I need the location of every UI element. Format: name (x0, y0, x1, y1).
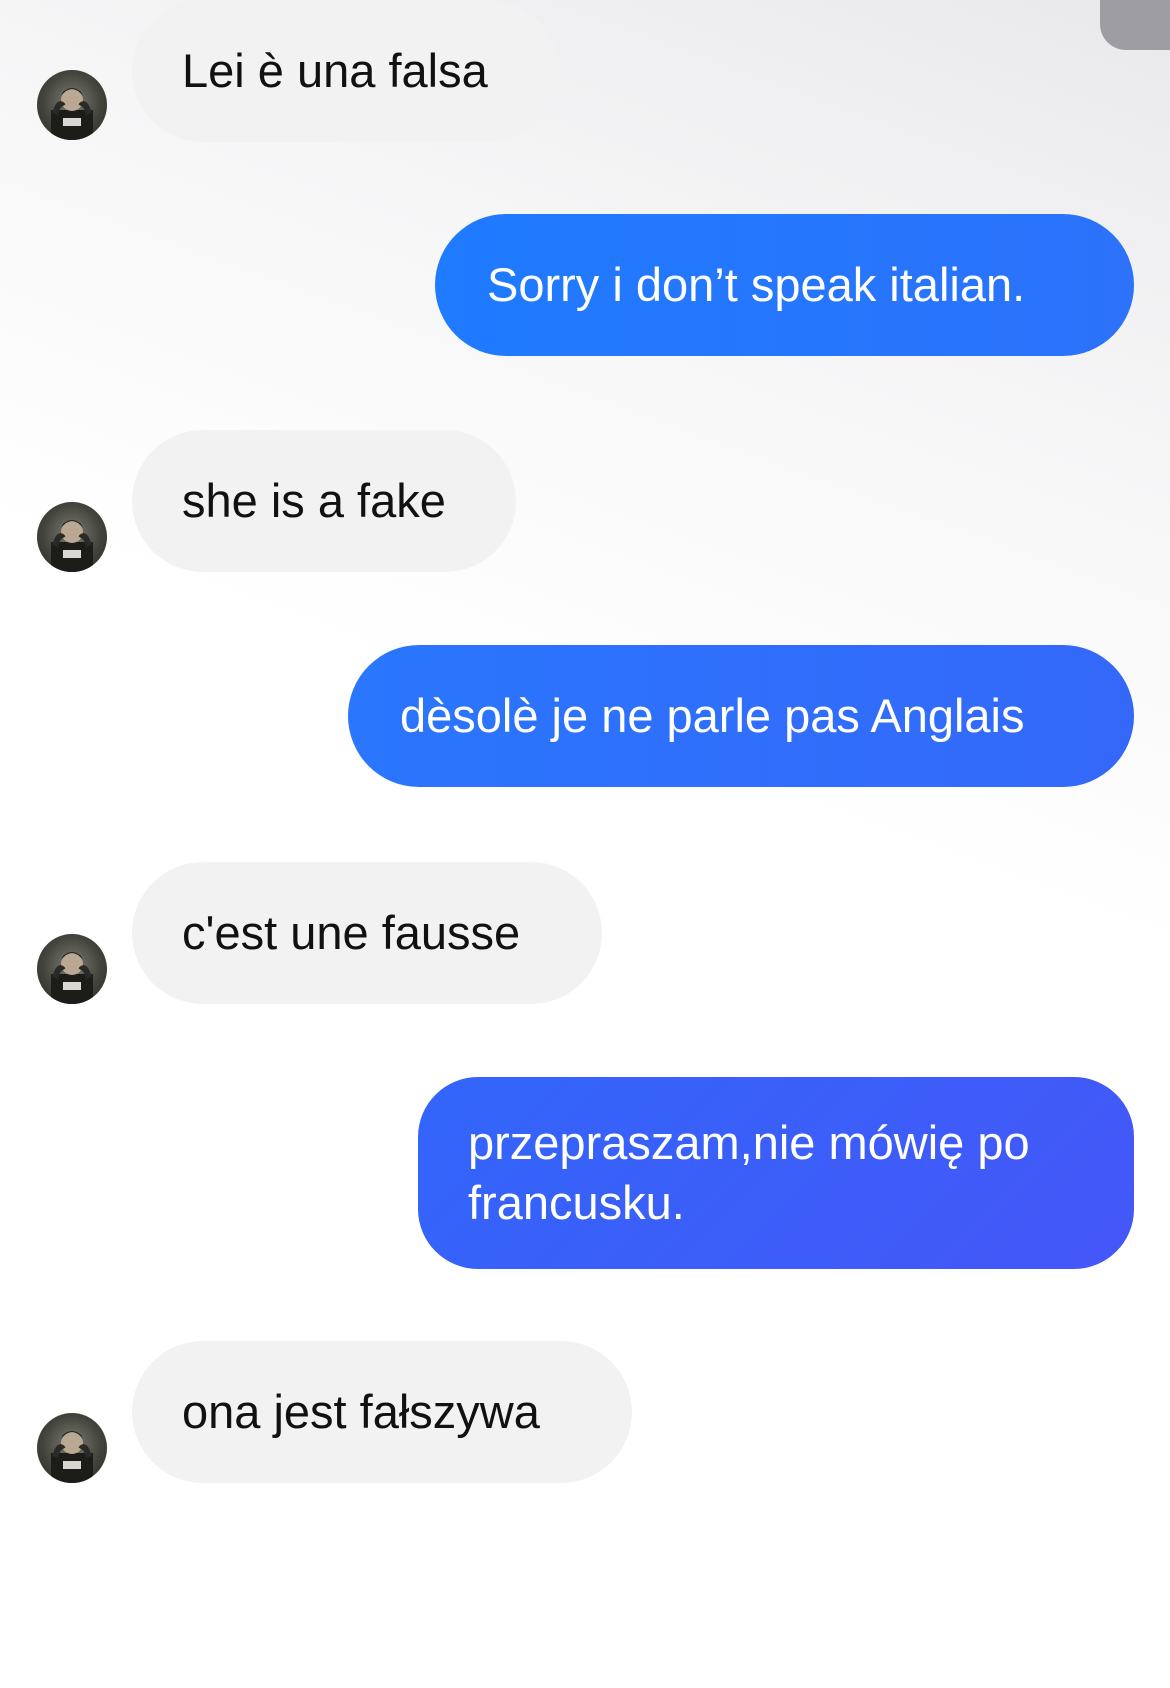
contact-avatar-icon[interactable] (37, 1413, 107, 1483)
message-text: Lei è una falsa (182, 44, 488, 97)
contact-avatar-icon[interactable] (37, 70, 107, 140)
outgoing-message-bubble[interactable]: przepraszam,nie mówię po francusku. (418, 1077, 1134, 1269)
incoming-message-bubble[interactable]: ona jest fałszywa (132, 1341, 632, 1483)
message-text: Sorry i don’t speak italian. (487, 258, 1026, 311)
top-corner-tab (1100, 0, 1170, 50)
message-text: c'est une fausse (182, 906, 521, 959)
incoming-message-bubble[interactable]: c'est une fausse (132, 862, 602, 1004)
incoming-message-bubble[interactable]: she is a fake (132, 430, 516, 572)
incoming-message-bubble[interactable]: Lei è una falsa (132, 0, 559, 142)
message-text: dèsolè je ne parle pas Anglais (400, 689, 1025, 742)
contact-avatar-icon[interactable] (37, 502, 107, 572)
outgoing-message-bubble[interactable]: dèsolè je ne parle pas Anglais (348, 645, 1134, 787)
message-text: przepraszam,nie mówię po francusku. (468, 1116, 1030, 1229)
message-text: she is a fake (182, 474, 446, 527)
contact-avatar-icon[interactable] (37, 934, 107, 1004)
message-text: ona jest fałszywa (182, 1385, 540, 1438)
outgoing-message-bubble[interactable]: Sorry i don’t speak italian. (435, 214, 1134, 356)
